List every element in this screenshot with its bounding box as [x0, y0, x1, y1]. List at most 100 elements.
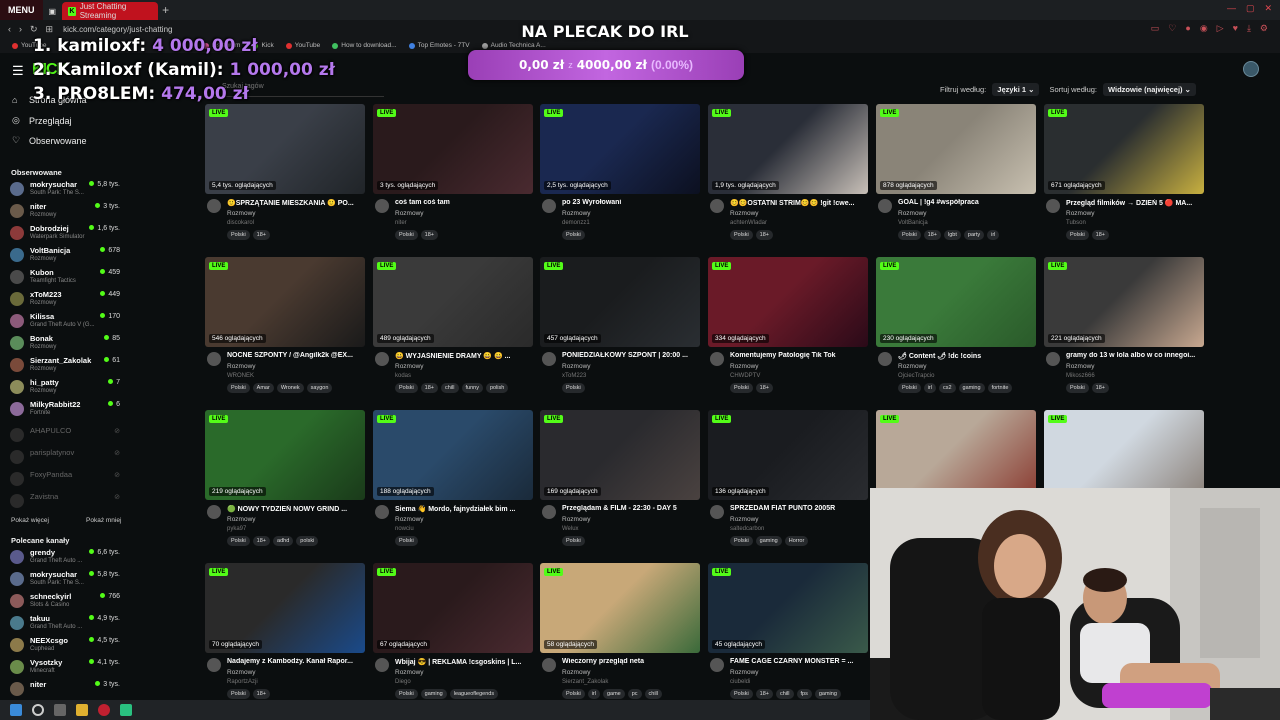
tab-icon-workspace[interactable]: ▣ — [43, 2, 63, 20]
avatar[interactable] — [710, 199, 724, 213]
sidebar-channel[interactable]: NEEXcsgo Cuphead 4,5 tys. — [10, 635, 122, 656]
stream-category[interactable]: Rozmowy — [227, 516, 256, 523]
avatar[interactable] — [542, 199, 556, 213]
stream-card[interactable]: LIVE 67 oglądających Wbijaj 😎 | REKLAMA !c… — [373, 563, 533, 708]
stream-title[interactable]: coś tam coś tam — [395, 199, 533, 206]
streamer-name[interactable]: Sierzant_Zakolak — [562, 679, 608, 685]
stream-thumbnail[interactable]: LIVE 188 oglądających — [373, 410, 533, 500]
tag-chip[interactable]: Polski — [395, 689, 418, 699]
tag-chip[interactable]: Polski — [395, 230, 418, 240]
tag-chip[interactable]: Polski — [730, 383, 753, 393]
avatar[interactable] — [207, 505, 221, 519]
stream-thumbnail[interactable]: LIVE 3 tys. oglądających — [373, 104, 533, 194]
stream-category[interactable]: Rozmowy — [730, 210, 759, 217]
snapshot-icon[interactable]: ◉ — [1200, 23, 1208, 34]
avatar[interactable] — [375, 505, 389, 519]
close-icon[interactable]: ✕ — [1264, 3, 1272, 14]
tag-chip[interactable]: Polski — [1066, 383, 1089, 393]
tag-chip[interactable]: gaming — [420, 689, 447, 699]
avatar[interactable] — [375, 199, 389, 213]
stream-card[interactable]: LIVE 3 tys. oglądających coś tam coś tam Ro… — [373, 104, 533, 249]
streamer-name[interactable]: nowciu — [395, 526, 414, 532]
tag-chip[interactable]: game — [602, 689, 625, 699]
streamer-name[interactable]: niter — [395, 220, 407, 226]
stream-title[interactable]: FAME CAGE CZARNY MONSTER = ... — [730, 658, 868, 665]
reload-icon[interactable]: ↻ — [30, 24, 38, 35]
tag-chip[interactable]: Polski — [1066, 230, 1089, 240]
stream-thumbnail[interactable]: LIVE 671 oglądających — [1044, 104, 1204, 194]
show-more-link[interactable]: Pokaż więcej — [11, 517, 49, 524]
tag-chip[interactable]: irl — [923, 383, 936, 393]
stream-card[interactable]: LIVE 671 oglądających Przegląd filmików → … — [1044, 104, 1204, 249]
stream-category[interactable]: Rozmowy — [730, 516, 759, 523]
stream-thumbnail[interactable]: LIVE 334 oglądających — [708, 257, 868, 347]
stream-category[interactable]: Rozmowy — [227, 669, 256, 676]
stream-thumbnail[interactable]: LIVE 230 oglądających — [876, 257, 1036, 347]
show-less-link[interactable]: Pokaż mniej — [86, 517, 121, 524]
sidebar-channel[interactable]: MilkyRabbit22 Fortnite 6 — [10, 399, 122, 420]
tag-chip[interactable]: gaming — [755, 536, 782, 546]
stream-title[interactable]: 😊😊OSTATNI STRIM😊😊 !git !cwe... — [730, 199, 868, 207]
browser-menu-button[interactable]: MENU — [0, 0, 43, 20]
tag-chip[interactable]: Polski — [562, 230, 585, 240]
stream-category[interactable]: Rozmowy — [395, 210, 424, 217]
stream-title[interactable]: Przegląd filmików → DZIEŃ 5 🔴 MA... — [1066, 199, 1204, 207]
stream-card[interactable]: LIVE 5,4 tys. oglądających 🙂SPRZĄTANIE MIE… — [205, 104, 365, 249]
stream-card[interactable]: LIVE 188 oglądających Siema 👋 Mordo, fajny… — [373, 410, 533, 555]
stream-thumbnail[interactable]: LIVE 169 oglądających — [540, 410, 700, 500]
stream-card[interactable]: LIVE 878 oglądających GOAL | !g4 #współpra… — [876, 104, 1036, 249]
stream-category[interactable]: Rozmowy — [1066, 210, 1095, 217]
stream-title[interactable]: gramy do 13 w lola albo w co innegoi... — [1066, 352, 1204, 359]
avatar[interactable] — [878, 352, 892, 366]
tag-chip[interactable]: 18+ — [420, 383, 439, 393]
streamer-name[interactable]: RaportzAzji — [227, 679, 258, 685]
streamer-name[interactable]: Welux — [562, 526, 579, 532]
tag-chip[interactable]: Polski — [227, 536, 250, 546]
stream-card[interactable]: LIVE 136 oglądających SPRZEDAM FIAT PUNTO … — [708, 410, 868, 555]
sidebar-channel[interactable]: schneckyirl Slots & Casino 766 — [10, 591, 122, 612]
url-field[interactable]: kick.com/category/just-chatting — [63, 25, 172, 34]
tag-chip[interactable]: 18+ — [755, 383, 774, 393]
stream-card[interactable]: LIVE 546 oglądających NOCNE SZPONTY / @Ang… — [205, 257, 365, 402]
stream-title[interactable]: PONIEDZIAŁKOWY SZPONT | 20:00 ... — [562, 352, 700, 359]
streamer-name[interactable]: Diego — [395, 679, 411, 685]
back-icon[interactable]: ‹ — [8, 24, 11, 34]
stream-thumbnail[interactable]: LIVE 58 oglądających — [540, 563, 700, 653]
tag-chip[interactable]: Polski — [730, 230, 753, 240]
sidebar-nav-following[interactable]: ♡ Obserwowane — [12, 135, 87, 146]
stream-title[interactable]: Wbijaj 😎 | REKLAMA !csgoskins | L... — [395, 658, 533, 666]
stream-thumbnail[interactable]: LIVE 45 oglądających — [708, 563, 868, 653]
tag-chip[interactable]: irl — [987, 230, 1000, 240]
tag-chip[interactable]: irl — [587, 689, 600, 699]
tag-chip[interactable]: 18+ — [755, 689, 774, 699]
sidebar-channel[interactable]: Zavistna ⊘ — [10, 491, 122, 512]
stream-title[interactable]: 🌶 Content 🌶 !dc !coins — [898, 352, 1036, 360]
stream-thumbnail[interactable]: LIVE 457 oglądających — [540, 257, 700, 347]
stream-thumbnail[interactable]: LIVE 5,4 tys. oglądających — [205, 104, 365, 194]
stream-card[interactable]: LIVE 221 oglądających gramy do 13 w lola a… — [1044, 257, 1204, 402]
stream-thumbnail[interactable]: LIVE 136 oglądających — [708, 410, 868, 500]
wallet-icon[interactable]: ▭ — [1151, 23, 1160, 34]
bookmark-download[interactable]: How to download... — [332, 42, 397, 49]
stream-title[interactable]: Komentujemy Patologię Tik Tok — [730, 352, 868, 359]
streamer-name[interactable]: Tubson — [1066, 220, 1086, 226]
tag-chip[interactable]: 18+ — [252, 536, 271, 546]
stream-category[interactable]: Rozmowy — [730, 363, 759, 370]
stream-card[interactable]: LIVE 169 oglądających Przeglądam & FILM - … — [540, 410, 700, 555]
avatar[interactable] — [375, 352, 389, 366]
user-avatar[interactable] — [1243, 61, 1259, 77]
avatar[interactable] — [542, 658, 556, 672]
sidebar-channel[interactable]: hi_patty Rozmowy 7 — [10, 377, 122, 398]
sidebar-channel[interactable]: niter 3 tys. — [10, 679, 122, 700]
tag-chip[interactable]: Polski — [395, 536, 418, 546]
stream-title[interactable]: 🟢 NOWY TYDZIEŃ NOWY GRIND ... — [227, 505, 365, 513]
tag-chip[interactable]: gaming — [814, 689, 841, 699]
avatar[interactable] — [207, 352, 221, 366]
avatar[interactable] — [710, 505, 724, 519]
tag-chip[interactable]: 18+ — [1091, 383, 1110, 393]
tag-chip[interactable]: party — [963, 230, 985, 240]
streamer-name[interactable]: kodas — [395, 373, 411, 379]
tag-chip[interactable]: Polski — [898, 230, 921, 240]
tag-chip[interactable]: Polski — [227, 383, 250, 393]
sidebar-channel[interactable]: grendy Grand Theft Auto ... 6,6 tys. — [10, 547, 122, 568]
